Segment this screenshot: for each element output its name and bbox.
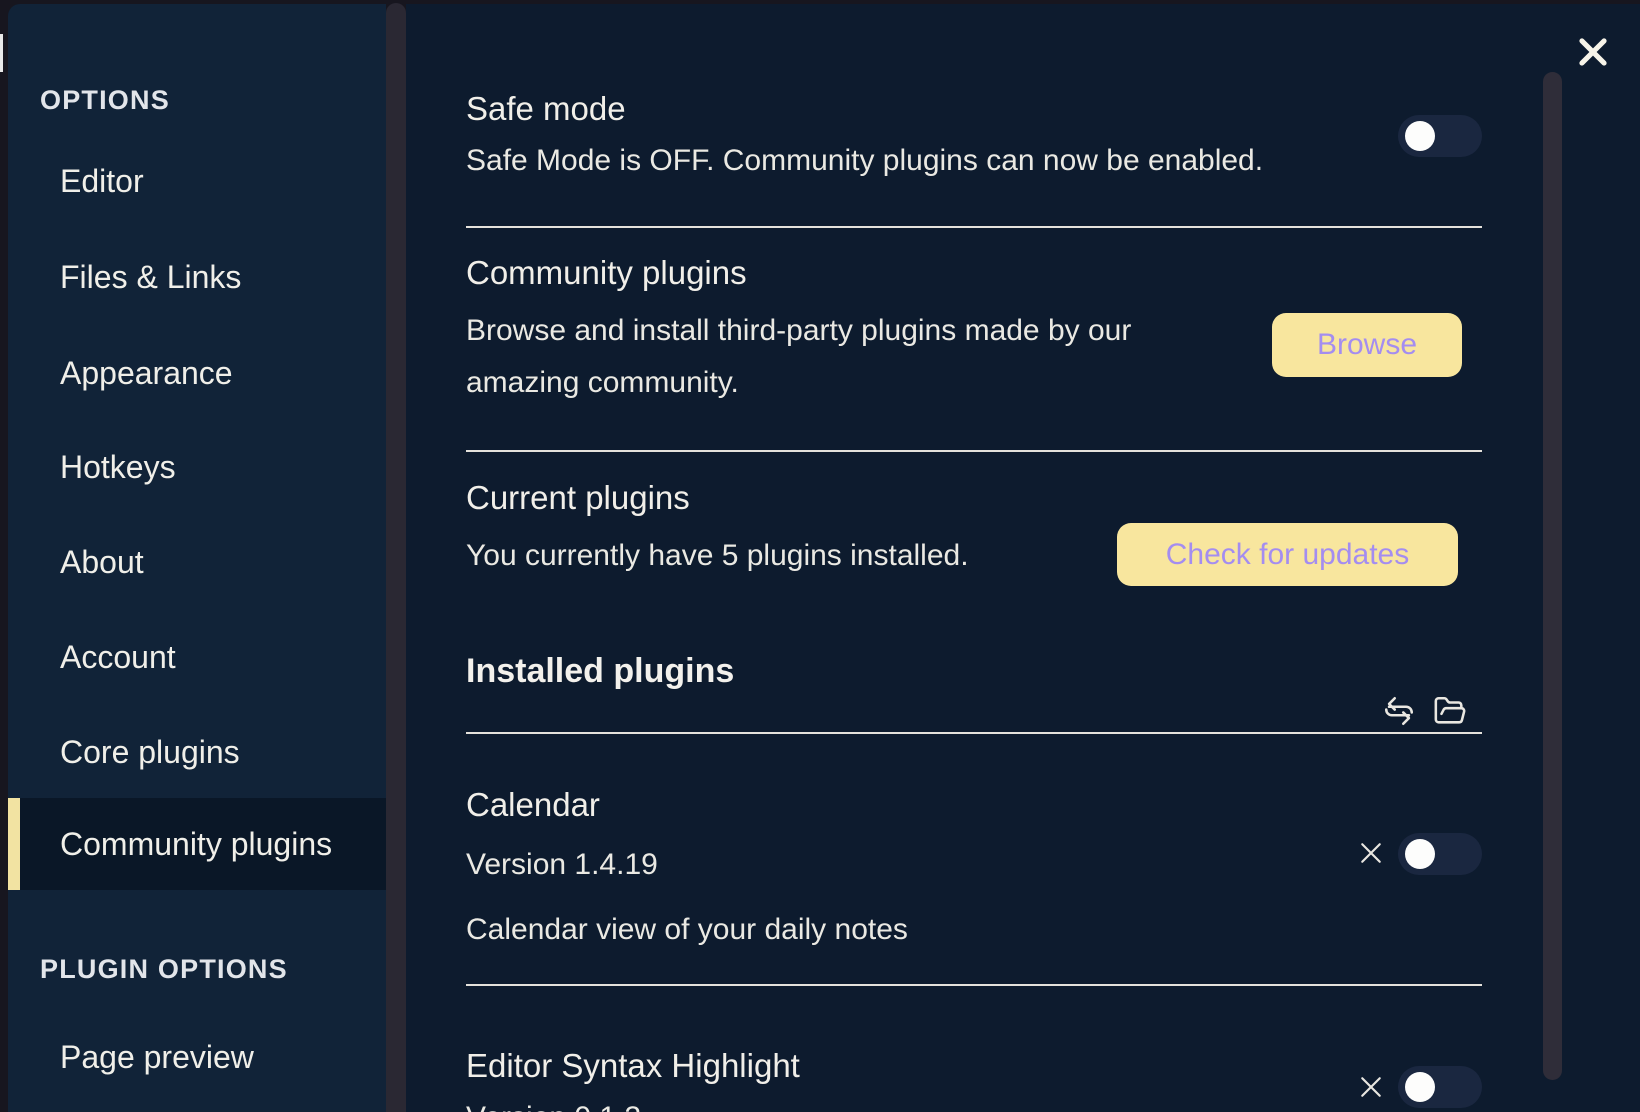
toggle-knob xyxy=(1405,121,1435,151)
check-for-updates-button[interactable]: Check for updates xyxy=(1117,523,1458,586)
sidebar-item-account[interactable]: Account xyxy=(60,636,176,678)
sidebar-item-page-preview[interactable]: Page preview xyxy=(60,1036,254,1078)
sidebar-section-plugin-options: PLUGIN OPTIONS xyxy=(40,952,288,986)
sidebar-item-files-links[interactable]: Files & Links xyxy=(60,256,241,298)
safe-mode-toggle[interactable] xyxy=(1398,115,1482,157)
close-icon[interactable] xyxy=(1574,33,1612,71)
divider xyxy=(466,984,1482,986)
sidebar-item-about[interactable]: About xyxy=(60,541,144,583)
plugin-calendar-version: Version 1.4.19 xyxy=(466,839,658,891)
divider xyxy=(466,732,1482,734)
background-window-sliver xyxy=(0,34,3,72)
plugin-esh-toggle[interactable] xyxy=(1398,1066,1482,1108)
sidebar-item-editor[interactable]: Editor xyxy=(60,160,144,202)
settings-content: Safe mode Safe Mode is OFF. Community pl… xyxy=(406,4,1640,1112)
sync-icon[interactable] xyxy=(1382,694,1416,728)
sidebar-scrollbar[interactable] xyxy=(386,3,406,1112)
sidebar-item-appearance[interactable]: Appearance xyxy=(60,352,233,394)
installed-plugins-heading: Installed plugins xyxy=(466,649,734,693)
sidebar-item-core-plugins[interactable]: Core plugins xyxy=(60,731,240,773)
folder-open-icon[interactable] xyxy=(1432,694,1468,728)
setting-safe-mode-desc: Safe Mode is OFF. Community plugins can … xyxy=(466,135,1263,187)
sidebar-item-hotkeys[interactable]: Hotkeys xyxy=(60,446,176,488)
plugin-calendar-toggle[interactable] xyxy=(1398,833,1482,875)
setting-current-plugins-name: Current plugins xyxy=(466,476,690,520)
settings-sidebar: OPTIONS Editor Files & Links Appearance … xyxy=(8,4,386,1112)
plugin-calendar-desc: Calendar view of your daily notes xyxy=(466,904,908,956)
divider xyxy=(466,450,1482,452)
sidebar-section-options: OPTIONS xyxy=(40,83,170,117)
browse-button[interactable]: Browse xyxy=(1272,313,1462,377)
content-scrollbar[interactable] xyxy=(1543,72,1562,1080)
setting-community-plugins-desc: Browse and install third-party plugins m… xyxy=(466,305,1131,409)
plugin-esh-name: Editor Syntax Highlight xyxy=(466,1044,800,1088)
setting-community-plugins-name: Community plugins xyxy=(466,251,747,295)
uninstall-x-icon[interactable] xyxy=(1356,1072,1386,1102)
divider xyxy=(466,226,1482,228)
plugin-esh-version: Version 0.1.3 xyxy=(466,1092,641,1112)
toggle-knob xyxy=(1405,1072,1435,1102)
selected-accent-bar xyxy=(8,798,20,890)
settings-modal: OPTIONS Editor Files & Links Appearance … xyxy=(0,0,1640,1112)
setting-safe-mode-name: Safe mode xyxy=(466,87,626,131)
plugin-calendar-name: Calendar xyxy=(466,783,600,827)
uninstall-x-icon[interactable] xyxy=(1356,838,1386,868)
sidebar-item-community-plugins[interactable]: Community plugins xyxy=(8,798,386,890)
setting-current-plugins-desc: You currently have 5 plugins installed. xyxy=(466,530,969,582)
toggle-knob xyxy=(1405,839,1435,869)
